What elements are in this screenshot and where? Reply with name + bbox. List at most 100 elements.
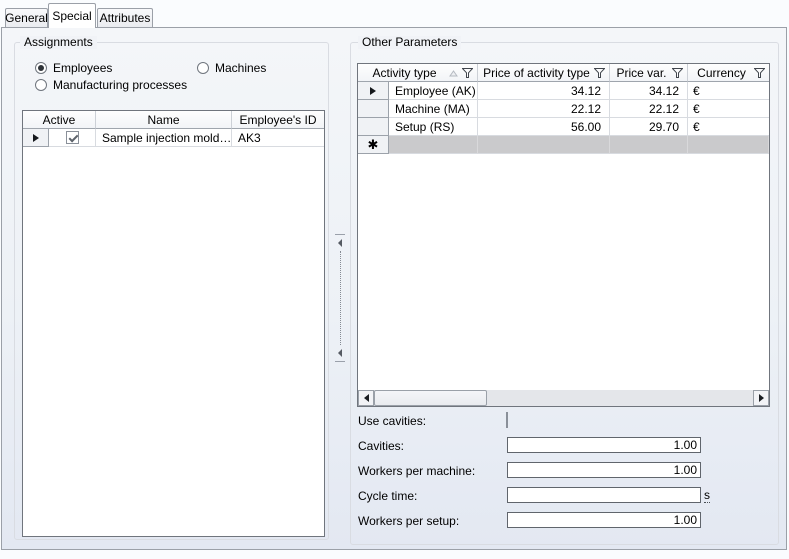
column-header-employees-id[interactable]: Employee's ID: [232, 111, 324, 129]
assignments-groupbox-title: Assignments: [20, 36, 97, 49]
parameters-grid-row: Setup (RS) 56.00 29.70 €: [358, 118, 769, 136]
price-cell-text: 34.12: [571, 84, 601, 98]
scrollbar-track[interactable]: [374, 390, 753, 406]
price-var-cell[interactable]: 22.12: [610, 100, 688, 118]
column-header-price-var[interactable]: Price var.: [610, 64, 688, 82]
radio-manufacturing-processes[interactable]: Manufacturing processes: [35, 78, 187, 92]
column-header-activity-type-label: Activity type: [372, 66, 436, 80]
row-selector[interactable]: [358, 100, 389, 118]
workers-per-machine-label: Workers per machine:: [358, 464, 475, 478]
currency-cell-text: €: [693, 120, 700, 134]
parameters-grid: Activity type Price of activity type Pri…: [357, 63, 770, 407]
activity-type-cell[interactable]: Employee (AK): [389, 82, 478, 100]
radio-button-icon: [35, 62, 47, 74]
new-row-selector[interactable]: ✱: [358, 136, 389, 154]
column-header-price-of-activity-type-label: Price of activity type: [483, 66, 590, 80]
horizontal-scrollbar: [358, 390, 769, 406]
current-row-arrow-icon: [33, 134, 39, 142]
radio-machines-label: Machines: [215, 61, 266, 75]
currency-cell[interactable]: €: [688, 82, 769, 100]
new-row-cell[interactable]: [610, 136, 688, 154]
active-checkbox[interactable]: [66, 131, 79, 144]
column-header-price-var-label: Price var.: [616, 66, 666, 80]
splitter-grip-dots: [340, 251, 341, 345]
row-selector[interactable]: [358, 82, 389, 100]
scrollbar-thumb[interactable]: [374, 390, 487, 406]
activity-type-cell-text: Setup (RS): [395, 120, 454, 134]
employee-id-cell-text: AK3: [238, 131, 261, 145]
row-selector[interactable]: [358, 118, 389, 136]
column-header-employees-id-label: Employee's ID: [240, 113, 317, 127]
radio-manufacturing-processes-label: Manufacturing processes: [53, 78, 187, 92]
filter-icon[interactable]: [672, 68, 683, 78]
price-var-cell[interactable]: 29.70: [610, 118, 688, 136]
currency-cell-text: €: [693, 102, 700, 116]
workers-per-setup-input[interactable]: [507, 512, 701, 528]
column-header-activity-type[interactable]: Activity type: [358, 64, 478, 82]
parameters-grid-new-row: ✱: [358, 136, 769, 154]
workers-per-setup-label: Workers per setup:: [358, 514, 459, 528]
name-cell[interactable]: Sample injection mold…: [96, 129, 232, 147]
price-var-cell[interactable]: 34.12: [610, 82, 688, 100]
active-checkbox-cell[interactable]: [49, 129, 96, 147]
current-row-arrow-icon: [370, 87, 376, 95]
column-header-name[interactable]: Name: [96, 111, 232, 129]
activity-type-cell[interactable]: Machine (MA): [389, 100, 478, 118]
assignments-grid: Active Name Employee's ID Sample injecti…: [22, 110, 325, 537]
assignments-grid-empty-area: [23, 147, 324, 536]
cycle-time-input[interactable]: [507, 487, 701, 503]
price-cell[interactable]: 56.00: [478, 118, 610, 136]
column-header-currency[interactable]: Currency: [688, 64, 769, 82]
row-selector[interactable]: [23, 129, 49, 147]
new-row-asterisk-icon: ✱: [368, 138, 379, 151]
workers-per-machine-input[interactable]: [507, 462, 701, 478]
new-row-cell[interactable]: [478, 136, 610, 154]
filter-icon[interactable]: [594, 68, 605, 78]
radio-employees[interactable]: Employees: [35, 61, 112, 75]
tab-special[interactable]: Special: [48, 3, 96, 28]
tab-general-label: General: [5, 11, 48, 25]
scroll-left-arrow-icon: [364, 394, 369, 402]
splitter-bottom-cap: [335, 361, 345, 362]
tab-attributes-label: Attributes: [100, 11, 151, 25]
collapse-left-arrow-icon: [338, 349, 342, 357]
currency-cell[interactable]: €: [688, 100, 769, 118]
cavities-input[interactable]: [507, 437, 701, 453]
radio-employees-label: Employees: [53, 61, 112, 75]
tab-general[interactable]: General: [5, 8, 48, 27]
employee-id-cell[interactable]: AK3: [232, 129, 324, 147]
scroll-right-arrow-icon: [759, 394, 764, 402]
column-header-currency-label: Currency: [697, 66, 746, 80]
cavities-label: Cavities:: [358, 439, 404, 453]
activity-type-cell-text: Machine (MA): [395, 102, 470, 116]
column-header-active[interactable]: Active: [23, 111, 96, 129]
name-cell-text: Sample injection mold…: [102, 131, 231, 145]
scroll-left-button[interactable]: [358, 390, 374, 406]
radio-button-icon: [197, 62, 209, 74]
use-cavities-label: Use cavities:: [358, 414, 426, 428]
price-cell-text: 56.00: [571, 120, 601, 134]
column-header-name-label: Name: [147, 113, 179, 127]
currency-cell-text: €: [693, 84, 700, 98]
column-header-active-label: Active: [43, 113, 76, 127]
cycle-time-unit-label[interactable]: s: [704, 489, 710, 503]
column-header-price-of-activity-type[interactable]: Price of activity type: [478, 64, 610, 82]
price-cell[interactable]: 34.12: [478, 82, 610, 100]
filter-icon[interactable]: [754, 68, 765, 78]
new-row-cell[interactable]: [688, 136, 769, 154]
new-row-cell[interactable]: [389, 136, 478, 154]
radio-button-icon: [35, 79, 47, 91]
currency-cell[interactable]: €: [688, 118, 769, 136]
collapse-left-arrow-icon: [338, 239, 342, 247]
price-var-cell-text: 29.70: [649, 120, 679, 134]
sort-ascending-icon: [449, 70, 458, 77]
scroll-right-button[interactable]: [753, 390, 769, 406]
panel-splitter[interactable]: [335, 234, 345, 362]
cycle-time-label: Cycle time:: [358, 489, 417, 503]
price-cell[interactable]: 22.12: [478, 100, 610, 118]
filter-icon[interactable]: [462, 68, 473, 78]
use-cavities-checkbox[interactable]: [506, 412, 508, 428]
tab-attributes[interactable]: Attributes: [97, 8, 153, 27]
activity-type-cell[interactable]: Setup (RS): [389, 118, 478, 136]
radio-machines[interactable]: Machines: [197, 61, 266, 75]
